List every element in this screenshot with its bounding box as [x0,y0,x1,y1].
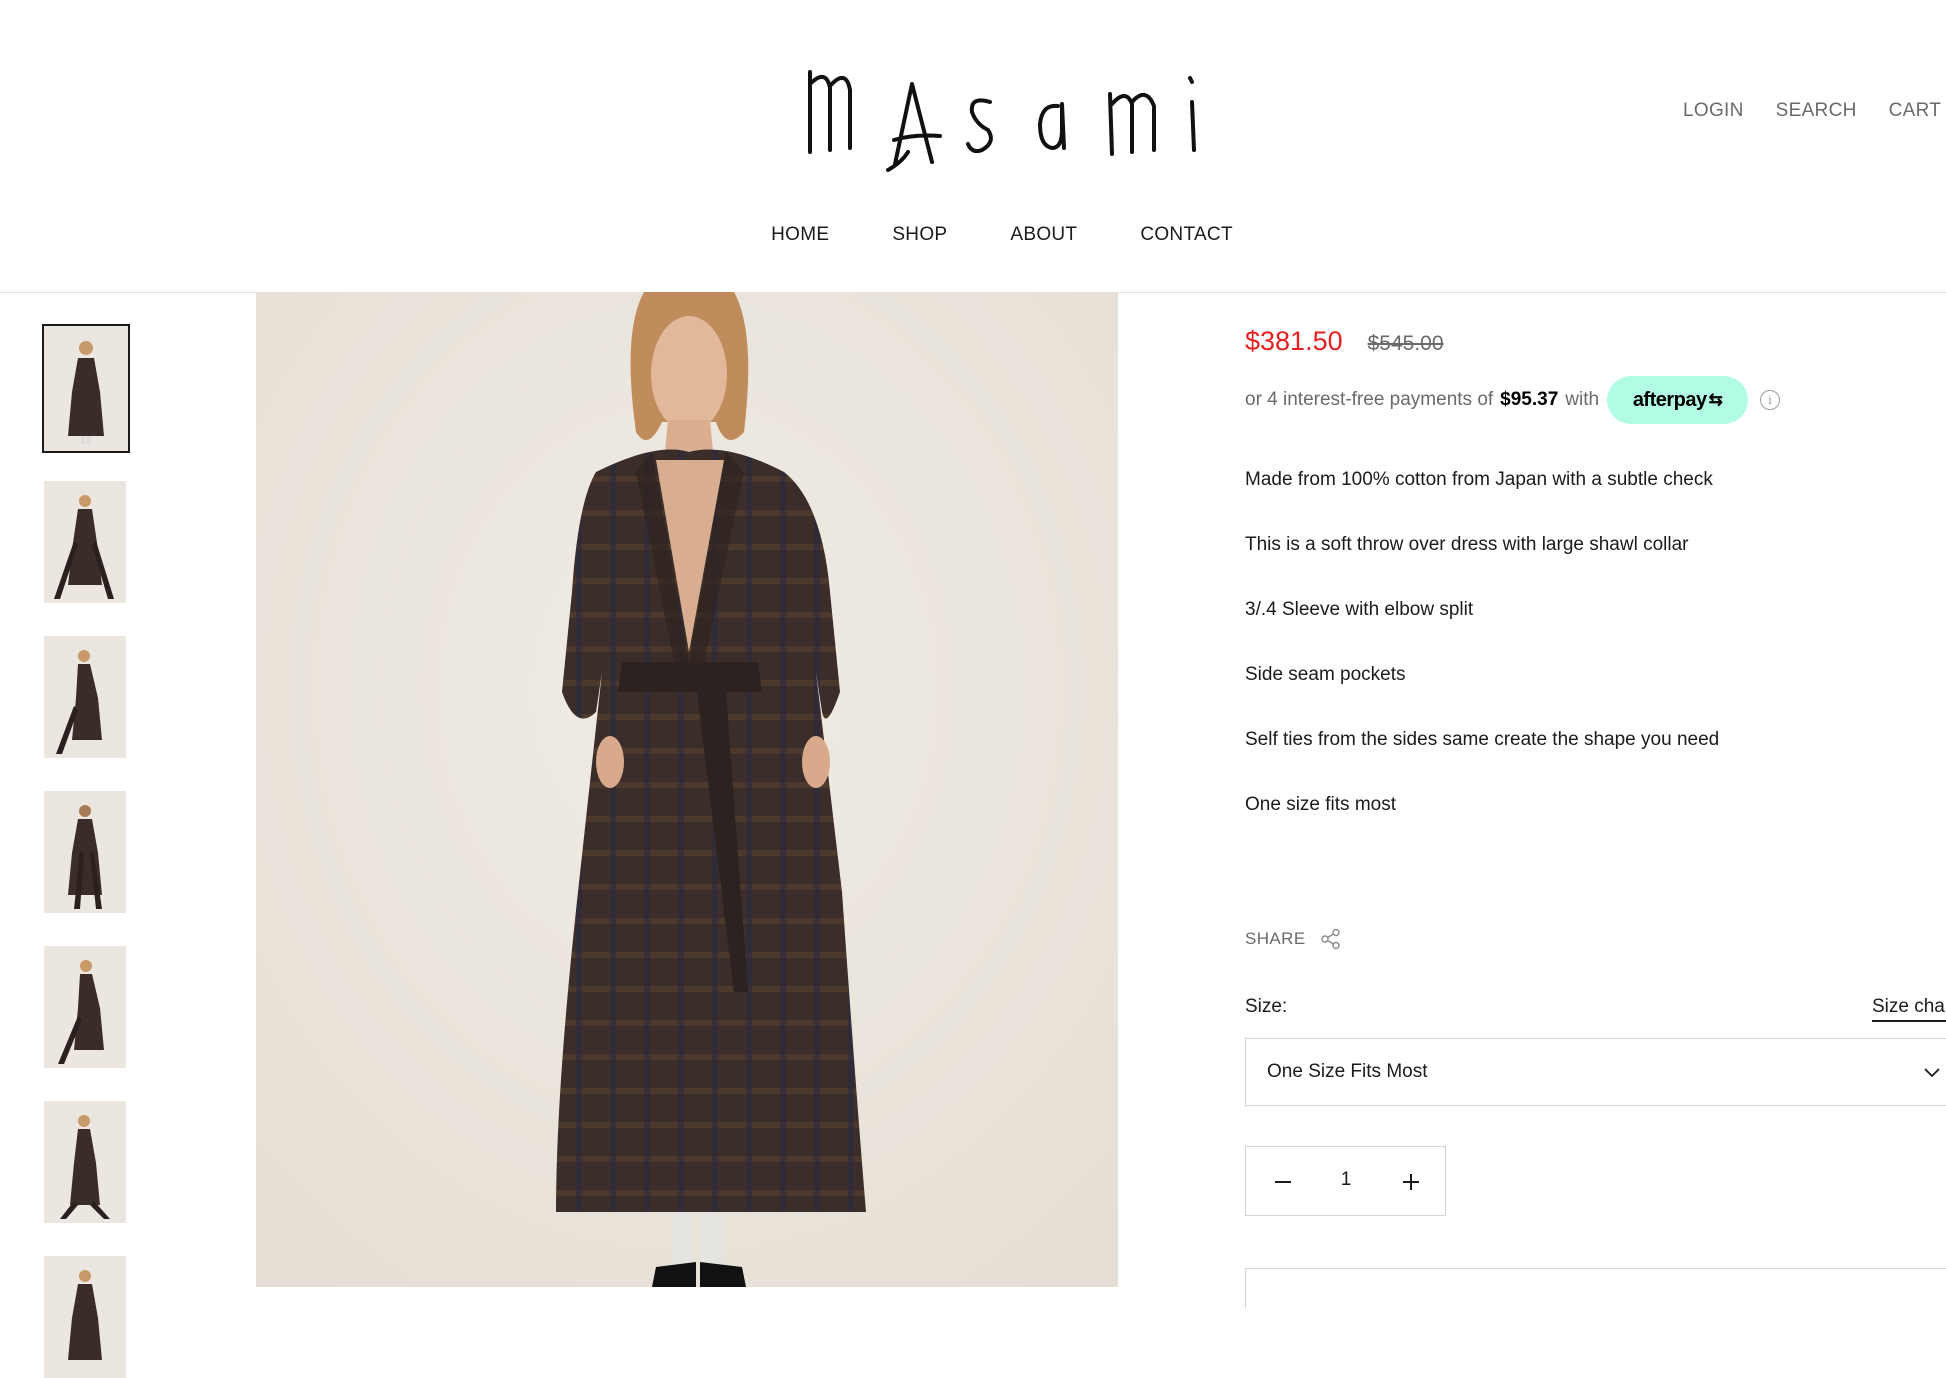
quantity-stepper: 1 [1245,1146,1446,1216]
afterpay-amount: $95.37 [1500,389,1559,410]
size-label: Size: [1245,996,1288,1017]
masami-logo[interactable] [790,44,1210,174]
info-icon[interactable]: i [1760,390,1781,410]
thumbnail-4[interactable] [44,791,126,913]
description-line: Self ties from the sides same create the… [1245,729,1720,750]
description-line: 3/.4 Sleeve with elbow split [1245,599,1474,620]
product-info: $381.50 $545.00 or 4 interest-free payme… [1245,292,1946,1308]
utility-nav: LOGIN SEARCH CART ( [1683,100,1946,122]
search-link[interactable]: SEARCH [1776,100,1857,122]
cart-link[interactable]: CART ( [1889,100,1946,122]
description-line: This is a soft throw over dress with lar… [1245,534,1689,555]
chevron-down-icon [1924,1068,1940,1078]
regular-price: $545.00 [1367,332,1444,355]
product-description: Made from 100% cotton from Japan with a … [1245,468,1945,858]
nav-home[interactable]: HOME [771,224,829,246]
login-link[interactable]: LOGIN [1683,100,1744,122]
main-nav: HOME SHOP ABOUT CONTACT [0,224,1946,246]
site-header: LOGIN SEARCH CART ( HOME SHOP ABOUT CONT… [0,0,1946,293]
afterpay-with: with [1565,389,1600,410]
share-label: SHARE [1245,929,1306,948]
nav-shop[interactable]: SHOP [892,224,947,246]
minus-icon[interactable] [1270,1169,1296,1195]
size-selected-value: One Size Fits Most [1267,1061,1428,1082]
afterpay-badge-label: afterpay [1632,388,1707,411]
thumbnail-6[interactable] [44,1101,126,1223]
size-select[interactable]: One Size Fits Most [1245,1038,1946,1106]
afterpay-arrows-icon: ⇆ [1708,390,1723,409]
thumbnail-1[interactable] [42,324,130,453]
size-chart-link[interactable]: Size cha [1872,996,1946,1022]
description-line: Made from 100% cotton from Japan with a … [1245,469,1713,490]
afterpay-prefix: or 4 interest-free payments of [1245,389,1494,410]
quantity-value[interactable]: 1 [1331,1169,1361,1191]
description-line: Side seam pockets [1245,664,1406,685]
thumbnail-3[interactable] [44,636,126,758]
product-main-image[interactable] [256,292,1118,1287]
description-line: One size fits most [1245,794,1396,815]
nav-about[interactable]: ABOUT [1010,224,1077,246]
share-icon [1320,928,1340,950]
afterpay-message: or 4 interest-free payments of $95.37 wi… [1245,376,1781,424]
thumbnail-5[interactable] [44,946,126,1068]
share-button[interactable]: SHARE [1245,928,1342,950]
sale-price: $381.50 [1245,326,1343,356]
nav-contact[interactable]: CONTACT [1140,224,1233,246]
plus-icon[interactable] [1398,1169,1424,1195]
thumbnail-7[interactable] [44,1256,126,1378]
price-row: $381.50 $545.00 [1245,326,1444,357]
thumbnail-2[interactable] [44,481,126,603]
afterpay-badge[interactable]: afterpay ⇆ [1607,376,1749,424]
add-to-cart-button[interactable] [1245,1268,1946,1308]
